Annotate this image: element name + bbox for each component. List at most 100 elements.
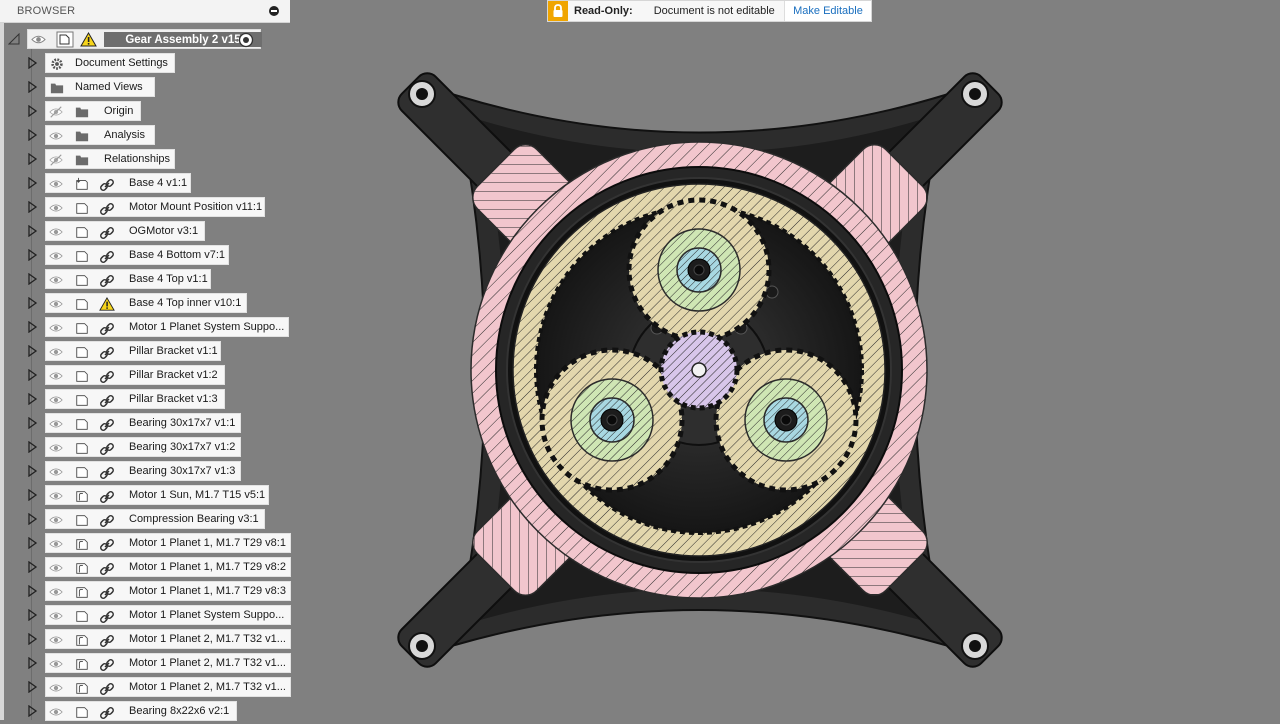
- tree-item[interactable]: Document Settings: [45, 53, 175, 73]
- tree-item[interactable]: Motor 1 Planet 2, M1.7 T32 v1...: [45, 677, 291, 697]
- tree-item[interactable]: Motor 1 Sun, M1.7 T15 v5:1: [45, 485, 269, 505]
- expand-triangle-icon[interactable]: [26, 201, 38, 213]
- expand-triangle-icon[interactable]: [26, 105, 38, 117]
- tree-row[interactable]: Pillar Bracket v1:2: [0, 364, 292, 386]
- tree-item[interactable]: Pillar Bracket v1:1: [45, 341, 221, 361]
- tree-item[interactable]: Bearing 30x17x7 v1:1: [45, 413, 241, 433]
- tree-item[interactable]: Motor 1 Planet 1, M1.7 T29 v8:1: [45, 533, 291, 553]
- expand-triangle-icon[interactable]: [26, 417, 38, 429]
- tree-row[interactable]: OGMotor v3:1: [0, 220, 292, 242]
- root-item[interactable]: Gear Assembly 2 v15: [27, 29, 262, 49]
- collapse-panel-icon[interactable]: [269, 6, 279, 16]
- tree-item[interactable]: Base 4 Bottom v7:1: [45, 245, 229, 265]
- eye-icon[interactable]: [49, 249, 63, 263]
- expand-triangle-icon[interactable]: [26, 321, 38, 333]
- tree-item[interactable]: Base 4 v1:1: [45, 173, 191, 193]
- eye-hidden-icon[interactable]: [49, 105, 63, 119]
- tree-row[interactable]: Base 4 Bottom v7:1: [0, 244, 292, 266]
- tree-row[interactable]: Named Views: [0, 76, 292, 98]
- tree-row[interactable]: Motor 1 Planet 2, M1.7 T32 v1...: [0, 628, 292, 650]
- tree-item[interactable]: Bearing 30x17x7 v1:2: [45, 437, 241, 457]
- eye-icon[interactable]: [49, 705, 63, 719]
- expand-triangle-icon[interactable]: [26, 681, 38, 693]
- eye-icon[interactable]: [49, 321, 63, 335]
- tree-item[interactable]: Origin: [45, 101, 141, 121]
- tree-row[interactable]: Motor 1 Planet 1, M1.7 T29 v8:2: [0, 556, 292, 578]
- tree-row[interactable]: Motor 1 Planet System Suppo...: [0, 604, 292, 626]
- tree-item[interactable]: Relationships: [45, 149, 175, 169]
- tree-row[interactable]: Bearing 30x17x7 v1:3: [0, 460, 292, 482]
- collapse-triangle-icon[interactable]: [8, 33, 20, 45]
- tree-row[interactable]: Bearing 30x17x7 v1:1: [0, 412, 292, 434]
- eye-icon[interactable]: [49, 681, 63, 695]
- expand-triangle-icon[interactable]: [26, 129, 38, 141]
- expand-triangle-icon[interactable]: [26, 465, 38, 477]
- expand-triangle-icon[interactable]: [26, 249, 38, 261]
- tree-row[interactable]: Bearing 8x22x6 v2:1: [0, 700, 292, 722]
- eye-icon[interactable]: [49, 441, 63, 455]
- eye-icon[interactable]: [49, 585, 63, 599]
- tree-item[interactable]: OGMotor v3:1: [45, 221, 205, 241]
- eye-icon[interactable]: [49, 369, 63, 383]
- expand-triangle-icon[interactable]: [26, 657, 38, 669]
- tree-row[interactable]: Motor Mount Position v11:1: [0, 196, 292, 218]
- make-editable-button[interactable]: Make Editable: [784, 1, 871, 21]
- tree-item[interactable]: Pillar Bracket v1:2: [45, 365, 225, 385]
- tree-row[interactable]: Motor 1 Planet 1, M1.7 T29 v8:3: [0, 580, 292, 602]
- eye-icon[interactable]: [49, 513, 63, 527]
- tree-item[interactable]: Motor 1 Planet 1, M1.7 T29 v8:2: [45, 557, 291, 577]
- expand-triangle-icon[interactable]: [26, 513, 38, 525]
- eye-icon[interactable]: [49, 657, 63, 671]
- tree-row[interactable]: Motor 1 Planet 2, M1.7 T32 v1...: [0, 652, 292, 674]
- eye-icon[interactable]: [49, 417, 63, 431]
- tree-row[interactable]: Base 4 v1:1: [0, 172, 292, 194]
- tree-row[interactable]: Origin: [0, 100, 292, 122]
- tree-row[interactable]: Relationships: [0, 148, 292, 170]
- tree-item[interactable]: Motor 1 Planet System Suppo...: [45, 605, 291, 625]
- expand-triangle-icon[interactable]: [26, 345, 38, 357]
- expand-triangle-icon[interactable]: [26, 585, 38, 597]
- expand-triangle-icon[interactable]: [26, 441, 38, 453]
- expand-triangle-icon[interactable]: [26, 177, 38, 189]
- eye-icon[interactable]: [49, 177, 63, 191]
- tree-item[interactable]: Motor 1 Planet System Suppo...: [45, 317, 289, 337]
- activate-radio-icon[interactable]: [238, 32, 254, 48]
- tree-item[interactable]: Named Views: [45, 77, 155, 97]
- eye-icon[interactable]: [49, 465, 63, 479]
- expand-triangle-icon[interactable]: [26, 489, 38, 501]
- tree-item[interactable]: Bearing 30x17x7 v1:3: [45, 461, 241, 481]
- eye-icon[interactable]: [49, 225, 63, 239]
- expand-triangle-icon[interactable]: [26, 273, 38, 285]
- tree-item[interactable]: Bearing 8x22x6 v2:1: [45, 701, 237, 721]
- eye-icon[interactable]: [49, 609, 63, 623]
- eye-icon[interactable]: [49, 561, 63, 575]
- expand-triangle-icon[interactable]: [26, 537, 38, 549]
- tree-row[interactable]: Pillar Bracket v1:3: [0, 388, 292, 410]
- expand-triangle-icon[interactable]: [26, 81, 38, 93]
- eye-icon[interactable]: [49, 633, 63, 647]
- tree-item[interactable]: Base 4 Top inner v10:1: [45, 293, 247, 313]
- expand-triangle-icon[interactable]: [26, 705, 38, 717]
- tree-item[interactable]: Motor Mount Position v11:1: [45, 197, 265, 217]
- tree-row[interactable]: Base 4 Top inner v10:1: [0, 292, 292, 314]
- tree-row[interactable]: Analysis: [0, 124, 292, 146]
- tree-row[interactable]: Document Settings: [0, 52, 292, 74]
- tree-row[interactable]: Base 4 Top v1:1: [0, 268, 292, 290]
- eye-icon[interactable]: [49, 393, 63, 407]
- tree-row[interactable]: Pillar Bracket v1:1: [0, 340, 292, 362]
- tree-row[interactable]: Compression Bearing v3:1: [0, 508, 292, 530]
- expand-triangle-icon[interactable]: [26, 57, 38, 69]
- eye-icon[interactable]: [49, 201, 63, 215]
- tree-item[interactable]: Base 4 Top v1:1: [45, 269, 211, 289]
- expand-triangle-icon[interactable]: [26, 561, 38, 573]
- expand-triangle-icon[interactable]: [26, 633, 38, 645]
- tree-item[interactable]: Analysis: [45, 125, 155, 145]
- tree-row[interactable]: Bearing 30x17x7 v1:2: [0, 436, 292, 458]
- eye-icon[interactable]: [31, 32, 46, 47]
- tree-row[interactable]: Motor 1 Sun, M1.7 T15 v5:1: [0, 484, 292, 506]
- eye-icon[interactable]: [49, 345, 63, 359]
- expand-triangle-icon[interactable]: [26, 609, 38, 621]
- tree-row[interactable]: Motor 1 Planet 1, M1.7 T29 v8:1: [0, 532, 292, 554]
- tree-item[interactable]: Compression Bearing v3:1: [45, 509, 265, 529]
- tree-row[interactable]: Motor 1 Planet System Suppo...: [0, 316, 292, 338]
